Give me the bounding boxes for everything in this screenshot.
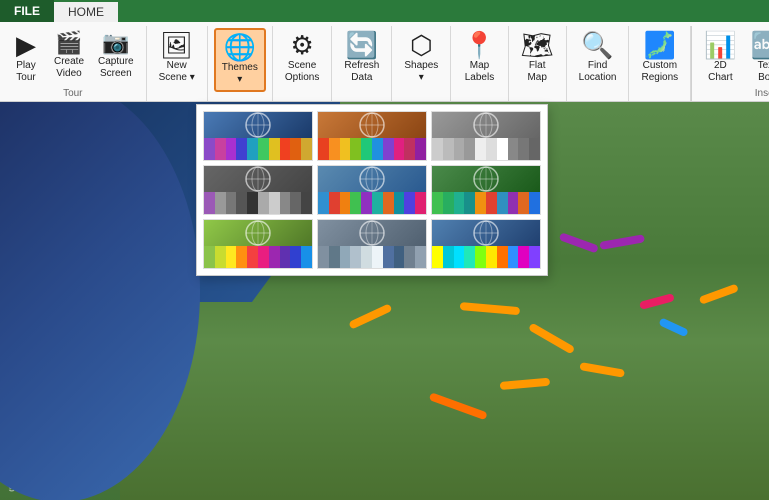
custom-regions-button[interactable]: 🗾 Custom Regions [635,28,684,88]
insert-buttons: 📊 2D Chart 🔤 Text Box 📋 Legend [698,28,769,88]
ribbon-group-custom: 🗾 Custom Regions [629,26,691,101]
new-scene-icon: 🖼 [160,32,193,58]
home-tab[interactable]: HOME [54,0,118,22]
refresh-data-button[interactable]: 🔄 Refresh Data [338,28,385,88]
ribbon-group-find: 🔍 Find Location [567,26,630,101]
flatmap-buttons: 🗺 Flat Map [515,28,560,99]
capture-screen-button[interactable]: 📷 Capture Screen [92,28,140,84]
themes-buttons: 🌐 Themes ▾ [214,28,266,99]
ribbon-group-refresh: 🔄 Refresh Data [332,26,392,101]
scene-options-button[interactable]: ⚙ Scene Options [279,28,325,88]
theme-item-3[interactable] [203,165,313,215]
ribbon-group-scene-options: ⚙ Scene Options [273,26,332,101]
file-tab[interactable]: FILE [0,0,54,22]
map-icon: 🗺 [521,32,554,58]
title-bar: FILE HOME [0,0,769,22]
textbox-icon: 🔤 [751,32,769,58]
new-scene-button[interactable]: 🖼 New Scene ▾ [153,28,201,88]
custom-buttons: 🗾 Custom Regions [635,28,684,99]
insert-label: Insert [755,88,769,101]
pin-icon: 📍 [463,32,495,58]
refresh-icon: 🔄 [346,32,378,58]
map-labels-button[interactable]: 📍 Map Labels [457,28,501,88]
refresh-buttons: 🔄 Refresh Data [338,28,385,99]
camera-icon: 📷 [102,32,129,54]
theme-item-7[interactable] [317,219,427,269]
flat-map-button[interactable]: 🗺 Flat Map [515,28,560,88]
find-buttons: 🔍 Find Location [573,28,623,99]
2d-chart-button[interactable]: 📊 2D Chart [698,28,742,88]
play-tour-button[interactable]: ▶ Play Tour [6,28,46,88]
ribbon-group-themes: 🌐 Themes ▾ [208,26,273,101]
find-location-button[interactable]: 🔍 Find Location [573,28,623,88]
shapes-icon: ⬡ [410,32,433,58]
maplabels-buttons: 📍 Map Labels [457,28,501,99]
themes-dropdown [196,104,548,276]
chart-icon: 📊 [704,32,736,58]
ribbon-group-scene: 🖼 New Scene ▾ [147,26,208,101]
search-icon: 🔍 [581,32,613,58]
tour-label: Tour [63,88,82,101]
tour-buttons: ▶ Play Tour 🎬 Create Video 📷 Capture Scr… [6,28,140,88]
theme-item-1[interactable] [317,111,427,161]
ribbon-group-insert: 📊 2D Chart 🔤 Text Box 📋 Legend Insert [691,26,769,101]
create-video-button[interactable]: 🎬 Create Video [48,28,90,84]
theme-item-2[interactable] [431,111,541,161]
theme-item-6[interactable] [203,219,313,269]
themes-button[interactable]: 🌐 Themes ▾ [214,28,266,92]
regions-icon: 🗾 [644,32,676,58]
globe-icon: 🌐 [224,34,256,60]
play-icon: ▶ [16,32,36,58]
theme-item-0[interactable] [203,111,313,161]
video-icon: 🎬 [55,32,82,54]
scene-buttons: 🖼 New Scene ▾ [153,28,201,99]
scene-options-buttons: ⚙ Scene Options [279,28,325,99]
gear-icon: ⚙ [290,32,313,58]
shapes-buttons: ⬡ Shapes ▾ [398,28,444,99]
ribbon-group-tour: ▶ Play Tour 🎬 Create Video 📷 Capture Scr… [0,26,147,101]
ribbon-group-shapes: ⬡ Shapes ▾ [392,26,451,101]
ribbon-group-maplabels: 📍 Map Labels [451,26,508,101]
theme-item-8[interactable] [431,219,541,269]
ribbon: ▶ Play Tour 🎬 Create Video 📷 Capture Scr… [0,22,769,102]
ribbon-group-flatmap: 🗺 Flat Map [509,26,567,101]
shapes-button[interactable]: ⬡ Shapes ▾ [398,28,444,88]
theme-item-5[interactable] [431,165,541,215]
text-box-button[interactable]: 🔤 Text Box [745,28,769,88]
theme-item-4[interactable] [317,165,427,215]
